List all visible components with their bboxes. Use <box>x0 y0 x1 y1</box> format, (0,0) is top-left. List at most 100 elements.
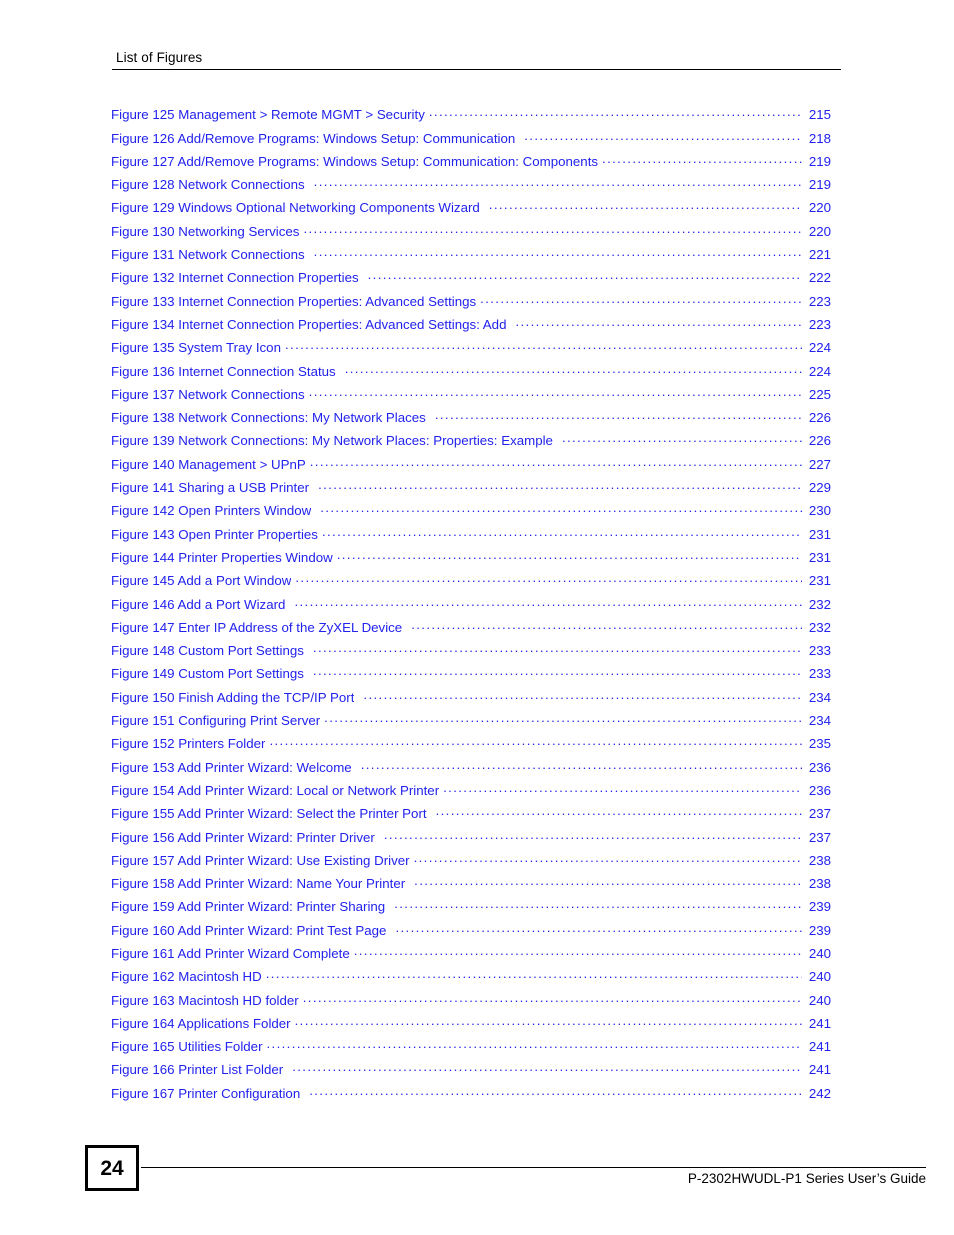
figure-entry-page-number: 225 <box>808 386 831 402</box>
dot-leader <box>524 129 802 142</box>
dot-leader <box>354 945 802 958</box>
dot-leader <box>320 502 802 515</box>
list-item[interactable]: Figure 149 Custom Port Settings 233 <box>111 665 831 688</box>
list-item[interactable]: Figure 136 Internet Connection Status 224 <box>111 362 831 385</box>
list-item[interactable]: Figure 144 Printer Properties Window 231 <box>111 549 831 572</box>
list-item[interactable]: Figure 134 Internet Connection Propertie… <box>111 316 831 339</box>
list-item[interactable]: Figure 150 Finish Adding the TCP/IP Port… <box>111 688 831 711</box>
list-item[interactable]: Figure 128 Network Connections 219 <box>111 176 831 199</box>
figure-entry-page-number: 232 <box>808 596 831 612</box>
figure-entry-label: Figure 133 Internet Connection Propertie… <box>111 293 477 309</box>
list-item[interactable]: Figure 125 Management > Remote MGMT > Se… <box>111 106 831 129</box>
figure-entry-page-number: 229 <box>808 480 831 496</box>
dot-leader <box>394 898 802 911</box>
list-item[interactable]: Figure 143 Open Printer Properties 231 <box>111 525 831 548</box>
list-item[interactable]: Figure 163 Macintosh HD folder 240 <box>111 991 831 1014</box>
figure-entry-label: Figure 134 Internet Connection Propertie… <box>111 316 507 332</box>
figure-entry-label: Figure 155 Add Printer Wizard: Select th… <box>111 806 427 822</box>
figure-entry-page-number: 231 <box>808 526 831 542</box>
figure-entry-label: Figure 135 System Tray Icon <box>111 340 281 356</box>
list-item[interactable]: Figure 129 Windows Optional Networking C… <box>111 199 831 222</box>
dot-leader <box>318 479 802 492</box>
figure-entry-label: Figure 131 Network Connections <box>111 247 305 263</box>
list-item[interactable]: Figure 126 Add/Remove Programs: Windows … <box>111 129 831 152</box>
list-item[interactable]: Figure 140 Management > UPnP 227 <box>111 455 831 478</box>
list-item[interactable]: Figure 161 Add Printer Wizard Complete 24… <box>111 945 831 968</box>
figure-entry-page-number: 233 <box>808 643 831 659</box>
figure-entry-page-number: 215 <box>808 107 831 123</box>
figure-entry-label: Figure 136 Internet Connection Status <box>111 363 336 379</box>
list-item[interactable]: Figure 148 Custom Port Settings 233 <box>111 642 831 665</box>
dot-leader <box>337 549 802 562</box>
list-item[interactable]: Figure 141 Sharing a USB Printer 229 <box>111 479 831 502</box>
figure-entry-label: Figure 167 Printer Configuration <box>111 1085 301 1101</box>
figure-entry-page-number: 240 <box>808 969 831 985</box>
figure-entry-label: Figure 150 Finish Adding the TCP/IP Port <box>111 689 355 705</box>
list-item[interactable]: Figure 164 Applications Folder 241 <box>111 1015 831 1038</box>
figure-entry-page-number: 223 <box>808 293 831 309</box>
dot-leader <box>313 665 802 678</box>
figure-entry-label: Figure 147 Enter IP Address of the ZyXEL… <box>111 619 403 635</box>
figure-entry-page-number: 220 <box>808 200 831 216</box>
dot-leader <box>562 432 802 445</box>
figure-entry-page-number: 234 <box>808 689 831 705</box>
list-item[interactable]: Figure 166 Printer List Folder 241 <box>111 1061 831 1084</box>
list-item[interactable]: Figure 142 Open Printers Window 230 <box>111 502 831 525</box>
list-item[interactable]: Figure 162 Macintosh HD 240 <box>111 968 831 991</box>
dot-leader <box>414 852 802 865</box>
list-item[interactable]: Figure 151 Configuring Print Server 234 <box>111 712 831 735</box>
list-item[interactable]: Figure 145 Add a Port Window 231 <box>111 572 831 595</box>
dot-leader <box>310 455 802 468</box>
figure-entry-page-number: 237 <box>808 829 831 845</box>
figure-entry-label: Figure 161 Add Printer Wizard Complete <box>111 945 350 961</box>
list-item[interactable]: Figure 157 Add Printer Wizard: Use Exist… <box>111 852 831 875</box>
list-item[interactable]: Figure 127 Add/Remove Programs: Windows … <box>111 153 831 176</box>
figure-entry-label: Figure 143 Open Printer Properties <box>111 526 318 542</box>
figure-entry-page-number: 223 <box>808 316 831 332</box>
figure-entry-label: Figure 130 Networking Services <box>111 223 300 239</box>
figure-entry-page-number: 241 <box>808 1015 831 1031</box>
dot-leader <box>303 222 802 235</box>
list-item[interactable]: Figure 159 Add Printer Wizard: Printer S… <box>111 898 831 921</box>
dot-leader <box>294 595 802 608</box>
figure-entry-label: Figure 157 Add Printer Wizard: Use Exist… <box>111 852 410 868</box>
document-page: List of Figures Figure 125 Management > … <box>0 0 954 1235</box>
list-item[interactable]: Figure 132 Internet Connection Propertie… <box>111 269 831 292</box>
page-number: 24 <box>100 1156 124 1180</box>
list-item[interactable]: Figure 153 Add Printer Wizard: Welcome 23… <box>111 758 831 781</box>
list-item[interactable]: Figure 147 Enter IP Address of the ZyXEL… <box>111 619 831 642</box>
list-item[interactable]: Figure 138 Network Connections: My Netwo… <box>111 409 831 432</box>
list-item[interactable]: Figure 137 Network Connections 225 <box>111 386 831 409</box>
figure-entry-label: Figure 149 Custom Port Settings <box>111 666 304 682</box>
list-item[interactable]: Figure 167 Printer Configuration 242 <box>111 1084 831 1107</box>
figure-entry-page-number: 242 <box>808 1085 831 1101</box>
list-item[interactable]: Figure 154 Add Printer Wizard: Local or … <box>111 782 831 805</box>
figure-entry-page-number: 239 <box>808 922 831 938</box>
figure-entry-label: Figure 146 Add a Port Wizard <box>111 596 286 612</box>
list-item[interactable]: Figure 165 Utilities Folder 241 <box>111 1038 831 1061</box>
dot-leader <box>345 362 802 375</box>
guide-title: P-2302HWUDL-P1 Series User’s Guide <box>687 1171 926 1186</box>
list-item[interactable]: Figure 131 Network Connections 221 <box>111 246 831 269</box>
dot-leader <box>267 1038 803 1051</box>
list-item[interactable]: Figure 156 Add Printer Wizard: Printer D… <box>111 828 831 851</box>
list-item[interactable]: Figure 155 Add Printer Wizard: Select th… <box>111 805 831 828</box>
figure-entry-label: Figure 144 Printer Properties Window <box>111 549 333 565</box>
figure-entry-page-number: 219 <box>808 177 831 193</box>
list-item[interactable]: Figure 152 Printers Folder 235 <box>111 735 831 758</box>
figure-entry-label: Figure 156 Add Printer Wizard: Printer D… <box>111 829 375 845</box>
list-item[interactable]: Figure 160 Add Printer Wizard: Print Tes… <box>111 921 831 944</box>
list-item[interactable]: Figure 135 System Tray Icon 224 <box>111 339 831 362</box>
list-item[interactable]: Figure 130 Networking Services 220 <box>111 222 831 245</box>
figure-entry-page-number: 226 <box>808 410 831 426</box>
list-item[interactable]: Figure 146 Add a Port Wizard 232 <box>111 595 831 618</box>
figure-entry-label: Figure 142 Open Printers Window <box>111 503 312 519</box>
list-item[interactable]: Figure 139 Network Connections: My Netwo… <box>111 432 831 455</box>
page-footer: 24 P-2302HWUDL-P1 Series User’s Guide <box>85 1145 926 1195</box>
figure-entry-page-number: 222 <box>808 270 831 286</box>
list-item[interactable]: Figure 133 Internet Connection Propertie… <box>111 292 831 315</box>
dot-leader <box>313 642 802 655</box>
list-item[interactable]: Figure 158 Add Printer Wizard: Name Your… <box>111 875 831 898</box>
dot-leader <box>515 316 802 329</box>
figure-entry-label: Figure 164 Applications Folder <box>111 1015 291 1031</box>
